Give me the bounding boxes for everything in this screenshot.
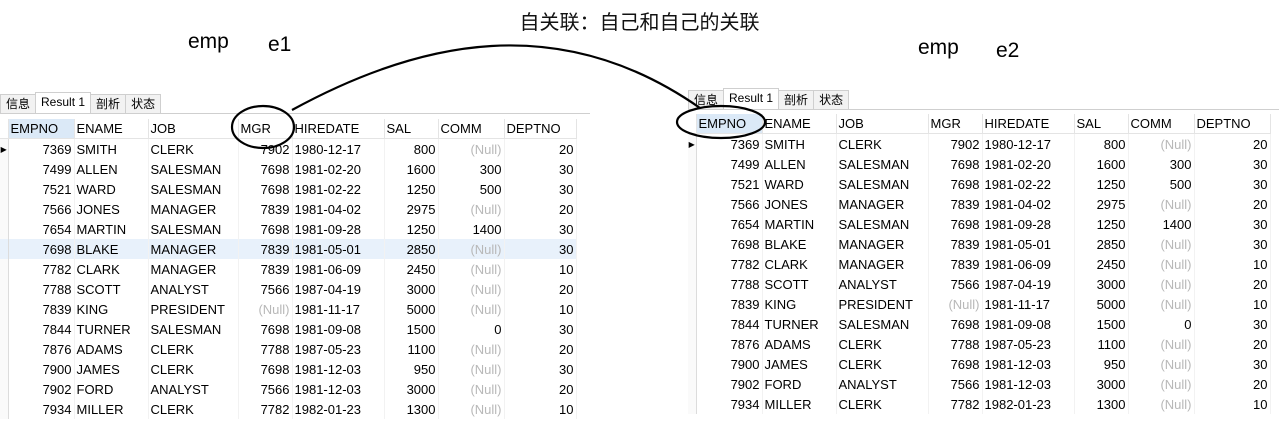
mgr-highlight-circle xyxy=(230,104,296,150)
empno-highlight-circle xyxy=(675,104,767,140)
annotation-overlay xyxy=(230,44,767,150)
relation-arc xyxy=(291,44,701,111)
